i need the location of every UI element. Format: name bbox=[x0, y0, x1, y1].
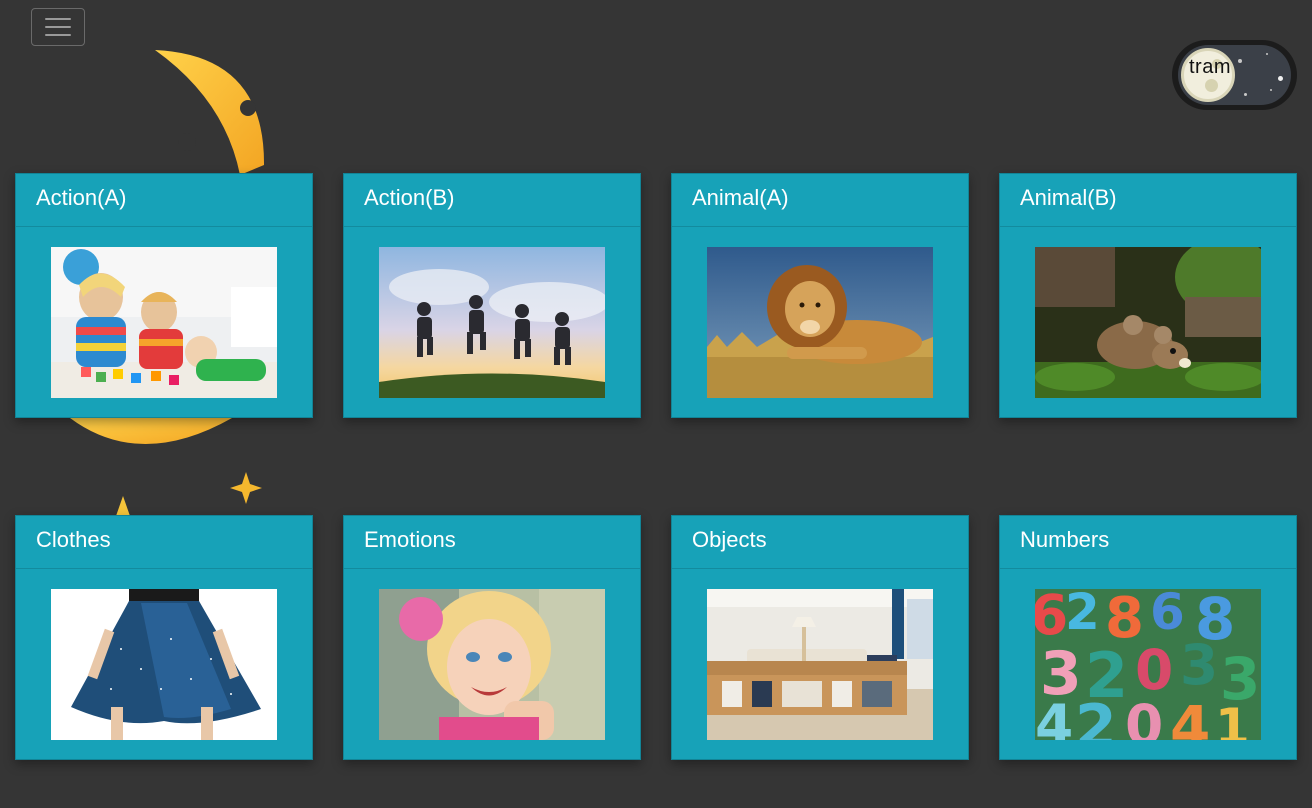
svg-text:2: 2 bbox=[1065, 589, 1100, 641]
card-title: Objects bbox=[672, 516, 968, 569]
card-title: Animal(B) bbox=[1000, 174, 1296, 227]
category-image bbox=[707, 589, 933, 740]
category-image: 6 2 8 6 8 3 2 0 3 3 4 2 0 4 1 bbox=[1035, 589, 1261, 740]
category-image bbox=[379, 247, 605, 398]
category-image bbox=[51, 589, 277, 740]
theme-toggle[interactable]: tram bbox=[1172, 40, 1297, 110]
card-title: Action(A) bbox=[16, 174, 312, 227]
svg-text:1: 1 bbox=[1215, 698, 1250, 740]
star-icon bbox=[1238, 59, 1242, 63]
svg-text:3: 3 bbox=[1180, 633, 1218, 697]
category-card-objects[interactable]: Objects bbox=[671, 515, 969, 760]
star-icon bbox=[1266, 53, 1268, 55]
category-image bbox=[51, 247, 277, 398]
category-image bbox=[379, 589, 605, 740]
category-card-action-a[interactable]: Action(A) bbox=[15, 173, 313, 418]
category-card-emotions[interactable]: Emotions bbox=[343, 515, 641, 760]
category-image bbox=[707, 247, 933, 398]
category-card-animal-a[interactable]: Animal(A) bbox=[671, 173, 969, 418]
svg-text:4: 4 bbox=[1035, 693, 1073, 740]
star-icon bbox=[1278, 76, 1283, 81]
svg-text:0: 0 bbox=[1125, 693, 1163, 740]
card-title: Emotions bbox=[344, 516, 640, 569]
category-card-animal-b[interactable]: Animal(B) bbox=[999, 173, 1297, 418]
category-card-action-b[interactable]: Action(B) bbox=[343, 173, 641, 418]
svg-text:2: 2 bbox=[1075, 692, 1117, 740]
svg-text:4: 4 bbox=[1170, 693, 1210, 740]
card-title: Clothes bbox=[16, 516, 312, 569]
card-title: Animal(A) bbox=[672, 174, 968, 227]
toggle-label: tram bbox=[1189, 56, 1231, 78]
star-icon bbox=[1244, 93, 1247, 96]
category-card-numbers[interactable]: Numbers 6 2 8 6 8 3 2 0 3 3 4 2 0 4 1 bbox=[999, 515, 1297, 760]
card-title: Numbers bbox=[1000, 516, 1296, 569]
card-title: Action(B) bbox=[344, 174, 640, 227]
category-card-clothes[interactable]: Clothes bbox=[15, 515, 313, 760]
star-icon bbox=[1270, 89, 1272, 91]
category-image bbox=[1035, 247, 1261, 398]
